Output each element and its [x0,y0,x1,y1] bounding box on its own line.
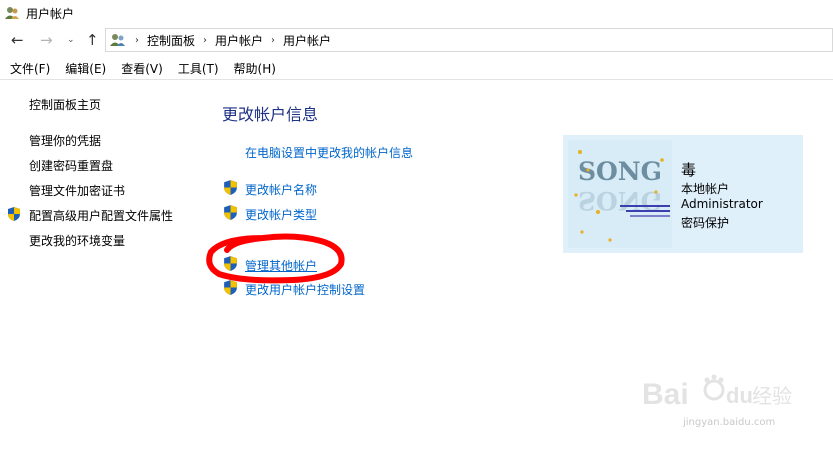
sidebar-item-manage-credentials[interactable]: 管理你的凭据 [29,132,101,149]
menu-file[interactable]: 文件(F) [10,60,50,77]
back-button[interactable]: ← [11,32,24,48]
menu-bar: 文件(F) 编辑(E) 查看(V) 工具(T) 帮助(H) [0,58,833,80]
address-row: ← → ⌄ ↑ › 控制面板 › 用户帐户 › 用户帐户 [0,26,833,54]
sidebar-item-advanced-profile-properties[interactable]: 配置高级用户配置文件属性 [29,207,173,224]
uac-shield-icon [224,180,237,195]
breadcrumb-user-accounts[interactable]: 用户帐户 [215,32,263,49]
recent-locations-dropdown[interactable]: ⌄ [67,35,75,45]
account-name: 毒 [681,161,697,179]
uac-shield-icon [8,207,20,221]
menu-tools[interactable]: 工具(T) [178,60,219,77]
manage-other-accounts-link[interactable]: 管理其他帐户 [245,257,317,274]
title-bar: 用户帐户 [0,0,833,26]
watermark-url: jingyan.baidu.com [683,417,776,428]
menu-view[interactable]: 查看(V) [121,60,163,77]
up-button[interactable]: ↑ [86,32,99,48]
user-avatar[interactable]: SONG SONG [568,140,672,248]
users-icon [5,7,19,19]
breadcrumb-separator-icon: › [135,34,139,46]
sidebar-item-encryption-certificates[interactable]: 管理文件加密证书 [29,182,125,199]
address-bar[interactable]: › 控制面板 › 用户帐户 › 用户帐户 [105,28,833,52]
sidebar-item-control-panel-home[interactable]: 控制面板主页 [29,96,101,113]
pc-settings-link[interactable]: 在电脑设置中更改我的帐户信息 [245,144,413,161]
uac-shield-icon [224,280,237,295]
watermark-brand-cn: 经验 [752,384,792,408]
account-role: Administrator [681,197,763,211]
change-account-name-link[interactable]: 更改帐户名称 [245,181,317,198]
uac-settings-link[interactable]: 更改用户帐户控制设置 [245,281,365,298]
uac-shield-icon [224,256,237,271]
breadcrumb-user-accounts-current[interactable]: 用户帐户 [283,32,331,49]
watermark-brand: Bai [642,378,689,411]
change-account-type-link[interactable]: 更改帐户类型 [245,206,317,223]
forward-button[interactable]: → [40,32,53,48]
sidebar-item-environment-variables[interactable]: 更改我的环境变量 [29,232,125,249]
menu-edit[interactable]: 编辑(E) [65,60,106,77]
page-title: 更改帐户信息 [222,105,319,124]
breadcrumb-separator-icon[interactable]: › [203,35,207,46]
menu-help[interactable]: 帮助(H) [234,60,276,77]
svg-text:du: du [726,383,753,408]
users-icon [110,34,125,46]
account-protection: 密码保护 [681,216,730,230]
sidebar-item-password-reset-disk[interactable]: 创建密码重置盘 [29,157,113,174]
breadcrumb-separator-icon[interactable]: › [271,35,275,46]
breadcrumb-control-panel[interactable]: 控制面板 [147,32,195,49]
avatar-text: SONG [578,157,662,186]
window-title: 用户帐户 [26,6,75,21]
uac-shield-icon [224,205,237,220]
account-type: 本地帐户 [681,182,730,196]
